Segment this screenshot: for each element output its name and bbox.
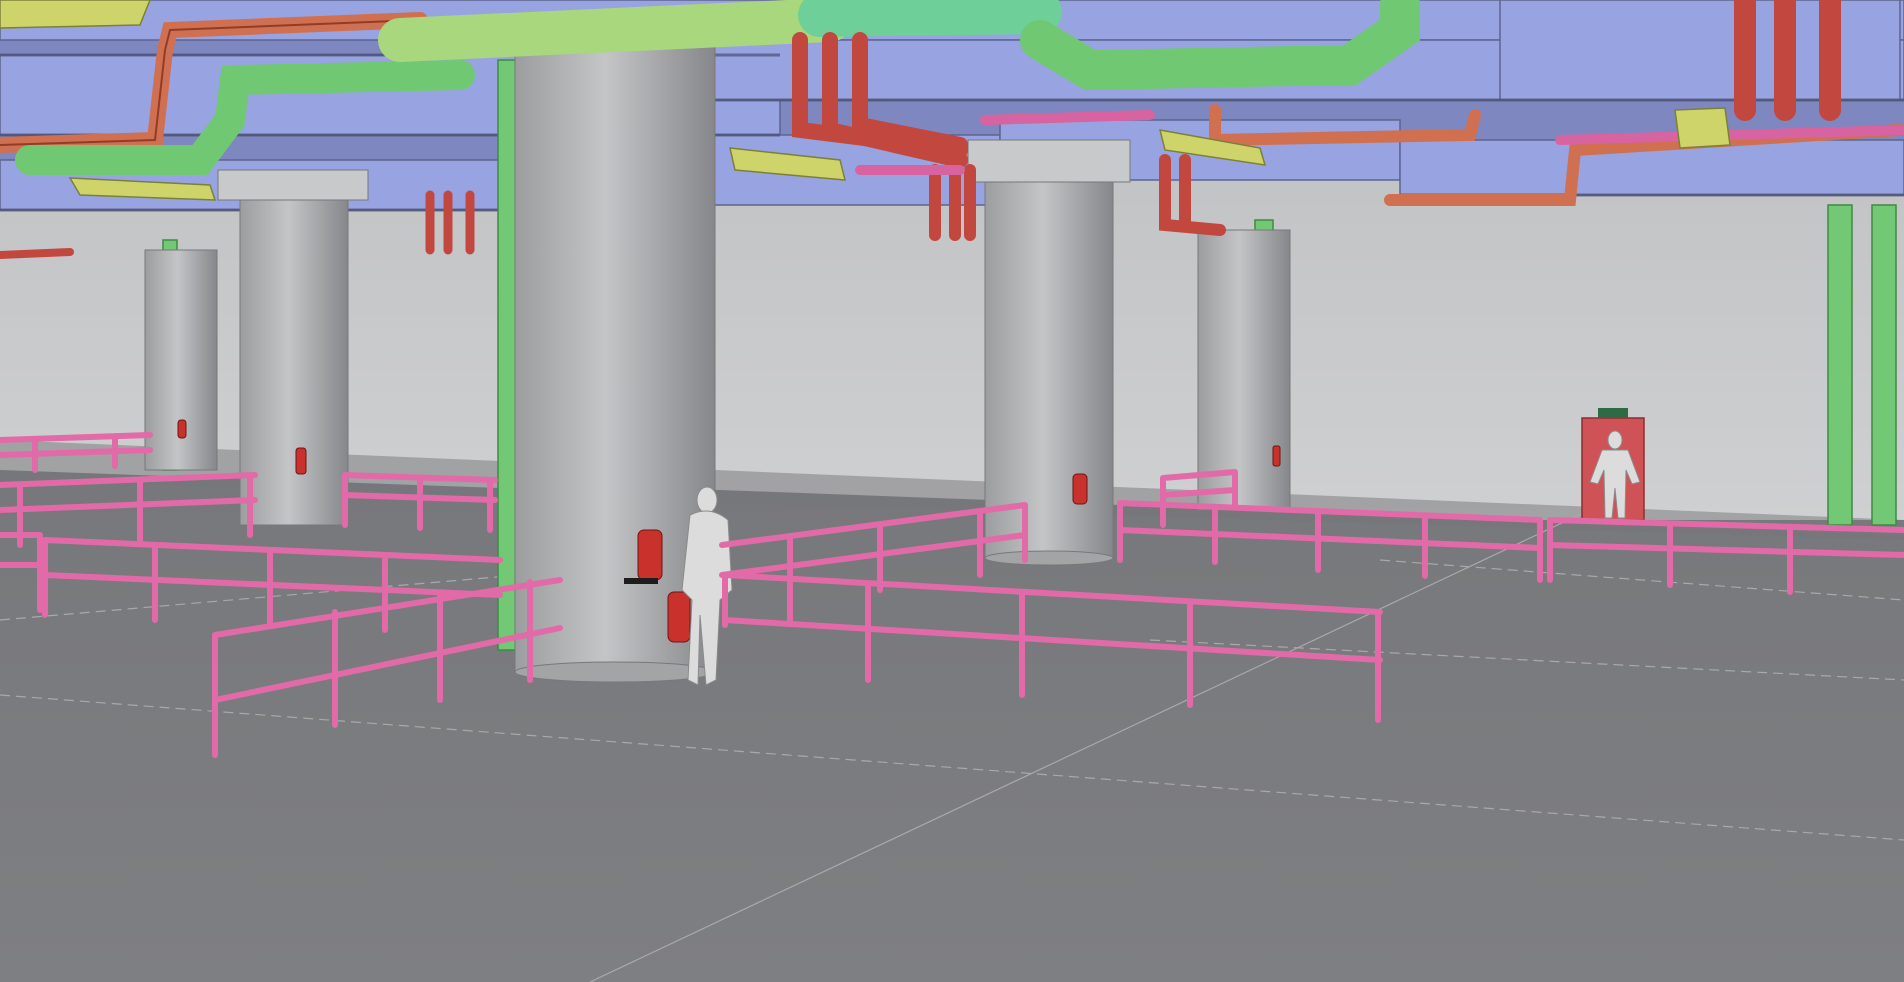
pipe-teal-main — [798, 0, 1062, 37]
scene-canvas[interactable] — [0, 0, 1904, 982]
extinguisher — [667, 591, 691, 643]
pipe-lime-main — [378, 0, 852, 62]
exit-sign — [1598, 408, 1628, 418]
column-far-right — [1197, 229, 1291, 511]
pipe-red-drops-2 — [929, 164, 976, 241]
extinguisher — [637, 529, 663, 581]
3d-viewport[interactable] — [0, 0, 1904, 982]
extinguisher — [177, 419, 187, 439]
extinguisher — [1072, 473, 1088, 505]
column-right — [984, 169, 1114, 561]
extinguisher — [1272, 445, 1281, 467]
extinguisher — [295, 447, 307, 475]
